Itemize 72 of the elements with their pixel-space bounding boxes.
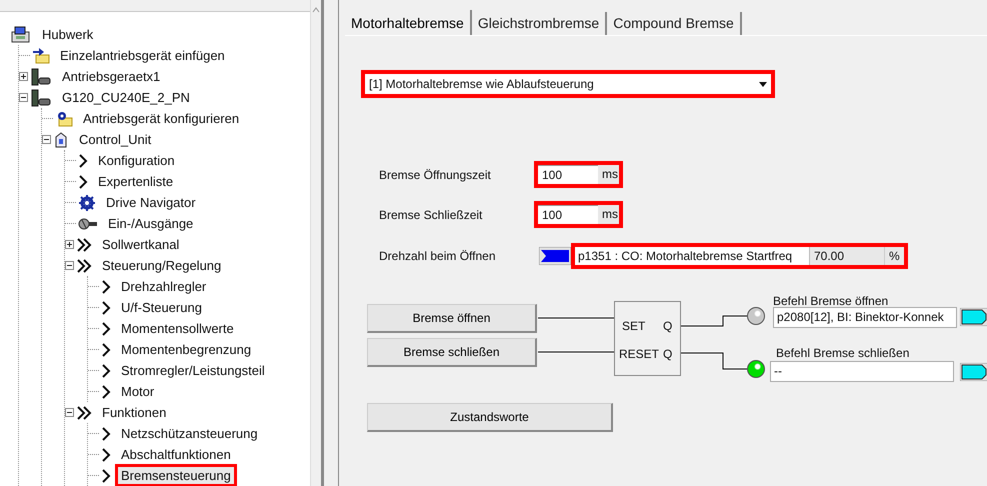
tree-item[interactable]: Momentenbegrenzung xyxy=(115,338,258,361)
expand-toggle[interactable] xyxy=(19,72,28,81)
folder-arrow-icon xyxy=(32,48,50,64)
tree-item[interactable]: Ein-/Ausgänge xyxy=(102,212,200,235)
tree-item[interactable]: Stromregler/Leistungsteil xyxy=(115,359,271,382)
chevron-icon xyxy=(78,174,88,188)
chevron-icon xyxy=(101,448,111,462)
tree-item[interactable]: Motor xyxy=(115,380,160,403)
tree-item[interactable]: U/f-Steuerung xyxy=(115,296,208,319)
double-chevron-icon xyxy=(76,258,92,272)
tree-item[interactable]: Steuerung/Regelung xyxy=(96,254,228,277)
output-label: Befehl Bremse schließen xyxy=(776,346,910,360)
output-label: Q xyxy=(663,319,672,333)
tree-item[interactable]: Antriebsgeraetx1 xyxy=(56,65,166,88)
tree-item[interactable]: Einzelantriebsgerät einfügen xyxy=(54,44,231,67)
time-field[interactable]: 100 ms xyxy=(534,201,623,228)
tree-item[interactable]: Momentensollwerte xyxy=(115,317,240,340)
chevron-icon xyxy=(101,300,111,314)
expand-toggle[interactable] xyxy=(65,240,74,249)
tree-item[interactable]: Funktionen xyxy=(96,401,172,424)
input-label: RESET xyxy=(619,347,660,361)
tree-item[interactable]: Sollwertkanal xyxy=(96,233,186,256)
collapse-toggle[interactable] xyxy=(65,408,74,417)
field-label: Bremse Schließzeit xyxy=(379,208,484,222)
connector-icon[interactable] xyxy=(539,247,571,265)
tree-item[interactable]: Control_Unit xyxy=(73,128,158,151)
unit-icon xyxy=(53,132,69,148)
printer-icon xyxy=(10,26,32,44)
speed-parameter-field[interactable]: p1351 : CO: Motorhaltebremse Startfreq 70.00 % xyxy=(571,243,908,269)
tree-item[interactable]: Netzschützansteuerung xyxy=(115,422,264,445)
tree-item[interactable]: G120_CU240E_2_PN xyxy=(56,86,196,109)
chevron-icon xyxy=(101,468,111,482)
field-label: Bremse Öffnungszeit xyxy=(379,168,492,182)
status-words-button[interactable]: Zustandsworte xyxy=(367,403,613,432)
tree-item[interactable]: Drive Navigator xyxy=(100,191,202,214)
brake-command-button[interactable]: Bremse öffnen xyxy=(367,304,537,333)
output-field[interactable]: p2080[12], BI: Binektor-Konnek xyxy=(773,307,957,328)
chevron-icon xyxy=(101,426,111,440)
mode-dropdown[interactable]: [1] Motorhaltebremse wie Ablaufsteuerung xyxy=(361,70,775,98)
double-chevron-icon xyxy=(76,238,92,252)
chevron-icon xyxy=(78,154,88,168)
time-field[interactable]: 100 ms xyxy=(534,161,623,188)
output-label: Befehl Bremse öffnen xyxy=(773,294,888,308)
chevron-icon xyxy=(101,280,111,294)
tree-item[interactable]: Hubwerk xyxy=(36,23,100,46)
tree-item[interactable]: Drehzahlregler xyxy=(115,275,212,298)
tree-item[interactable]: Antriebsgerät konfigurieren xyxy=(77,107,246,130)
gear-icon xyxy=(78,194,96,212)
collapse-toggle[interactable] xyxy=(42,135,51,144)
collapse-toggle[interactable] xyxy=(65,261,74,270)
drive-icon xyxy=(30,68,52,86)
chevron-icon xyxy=(101,322,111,336)
tree-item[interactable]: Konfiguration xyxy=(92,149,181,172)
chevron-icon xyxy=(101,342,111,356)
chevron-icon xyxy=(101,364,111,378)
output-label: Q xyxy=(663,347,672,361)
connector-icon[interactable] xyxy=(960,363,987,381)
collapse-toggle[interactable] xyxy=(19,93,28,102)
tree-item[interactable]: Bremsensteuerung xyxy=(115,464,237,486)
drive-icon xyxy=(30,88,52,106)
dropdown-arrow-icon xyxy=(759,82,767,86)
double-chevron-icon xyxy=(76,406,92,420)
chevron-icon xyxy=(101,384,111,398)
input-label: SET xyxy=(622,319,646,333)
connector-icon xyxy=(78,216,98,230)
connector-icon[interactable] xyxy=(960,308,987,326)
tree-item[interactable]: Abschaltfunktionen xyxy=(115,443,237,466)
output-field[interactable]: -- xyxy=(770,361,954,382)
tree-item[interactable]: Expertenliste xyxy=(92,170,180,193)
gear-folder-icon xyxy=(55,110,73,126)
field-label: Drehzahl beim Öffnen xyxy=(379,249,497,263)
brake-command-button[interactable]: Bremse schließen xyxy=(367,338,537,367)
